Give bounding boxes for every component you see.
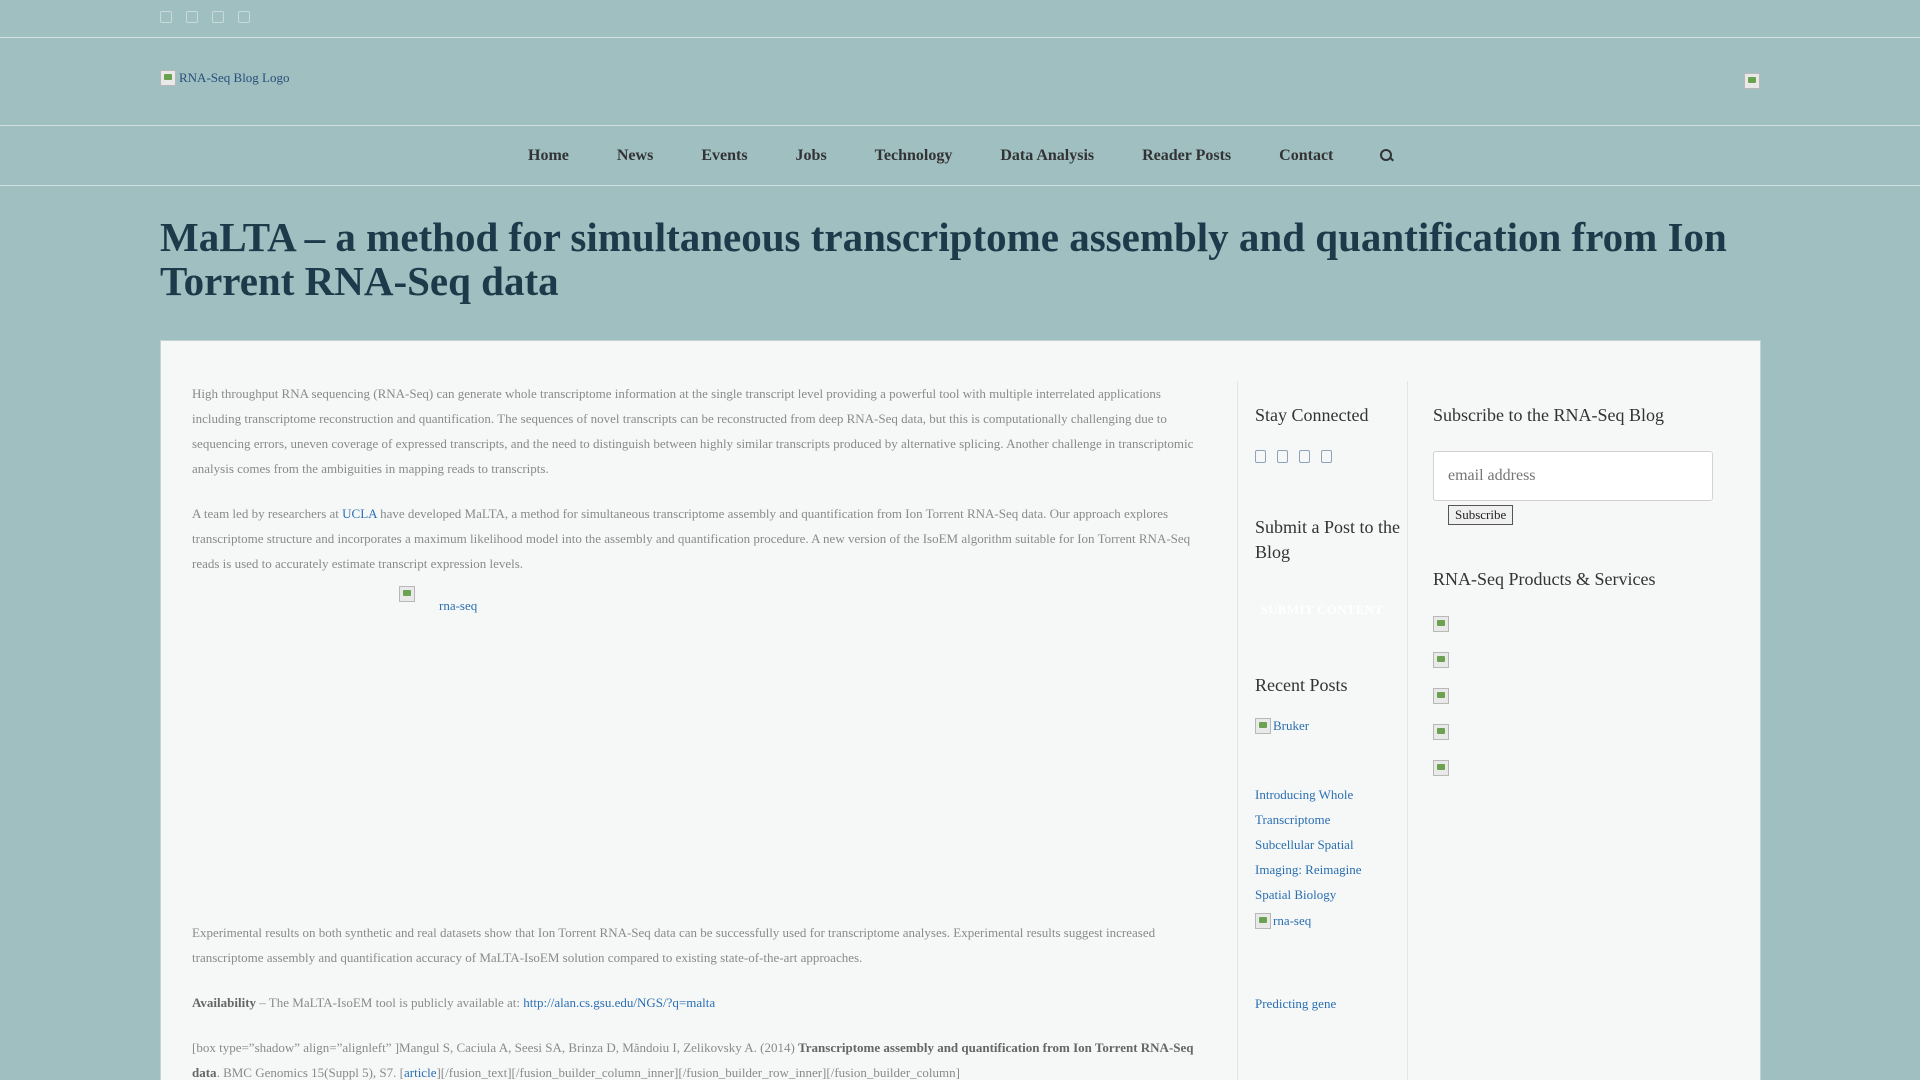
malta-url-link[interactable]: http://alan.cs.gsu.edu/NGS/?q=malta [523, 995, 715, 1010]
subscribe-button[interactable]: Subscribe [1448, 505, 1514, 525]
figure-alt-text: rna-seq [439, 598, 478, 613]
nav-item-technology[interactable]: Technology [875, 147, 953, 165]
nav-item-events[interactable]: Events [701, 147, 747, 165]
sidebar-right: Subscribe to the RNA-Seq Blog Subscribe … [1433, 381, 1733, 776]
broken-image-icon[interactable] [1433, 760, 1449, 776]
site-logo[interactable]: RNA-Seq Blog Logo [160, 70, 290, 86]
linkedin-icon[interactable] [212, 11, 224, 23]
article-paragraph: Experimental results on both synthetic a… [192, 925, 1156, 965]
article-paragraph: High throughput RNA sequencing (RNA-Seq)… [192, 386, 1194, 476]
sidebar-middle: Stay Connected Submit a Post to the Blog… [1255, 381, 1405, 1016]
broken-image-icon [1255, 718, 1271, 734]
nav-item-data-analysis[interactable]: Data Analysis [1000, 147, 1094, 165]
main-navigation: Home News Events Jobs Technology Data An… [0, 126, 1920, 186]
logo-alt-text: RNA-Seq Blog Logo [179, 70, 290, 85]
linkedin-icon[interactable] [1299, 450, 1310, 463]
citation-paragraph: [box type=”shadow” align=”alignleft” ]Ma… [192, 1035, 1212, 1080]
thumbnail-alt-text: Bruker [1273, 718, 1310, 733]
sidebar-divider [1407, 381, 1408, 1080]
stay-connected-heading: Stay Connected [1255, 405, 1369, 425]
text-span: . BMC Genomics 15(Suppl 5), S7. [ [216, 1065, 404, 1080]
sidebar-divider [1237, 381, 1238, 1080]
products-list [1433, 616, 1733, 776]
text-span: A team led by researchers at [192, 506, 343, 521]
recent-post-link[interactable]: Predicting gene [1255, 991, 1405, 1016]
text-span: [box type=”shadow” align=”alignleft” ]Ma… [192, 1040, 799, 1055]
page-title-bar: MaLTA – a method for simultaneous transc… [0, 186, 1920, 340]
email-field[interactable] [1433, 451, 1713, 501]
text-span: – The MaLTA-IsoEM tool is publicly avail… [256, 995, 524, 1010]
twitter-icon[interactable] [1277, 450, 1288, 463]
article-figure: rna-seq [192, 586, 1212, 920]
nav-item-contact[interactable]: Contact [1279, 147, 1333, 165]
submit-content-button[interactable]: SUBMIT CONTENT [1255, 587, 1389, 633]
nav-item-jobs[interactable]: Jobs [796, 147, 827, 165]
header-banner[interactable] [1744, 73, 1760, 94]
facebook-icon[interactable] [160, 11, 172, 23]
recent-posts-heading: Recent Posts [1255, 675, 1348, 695]
facebook-icon[interactable] [1255, 450, 1266, 463]
submit-post-heading: Submit a Post to the Blog [1255, 517, 1401, 562]
article-link[interactable]: article [404, 1065, 436, 1080]
nav-item-home[interactable]: Home [528, 147, 569, 165]
site-header: RNA-Seq Blog Logo [0, 38, 1920, 126]
broken-image-icon [1744, 73, 1760, 89]
availability-label: Availability [192, 995, 257, 1010]
sidebar-social-links [1255, 450, 1405, 463]
ucla-link[interactable]: UCLA [342, 506, 377, 521]
page-title: MaLTA – a method for simultaneous transc… [160, 214, 1727, 304]
top-bar [0, 0, 1920, 38]
broken-image-icon[interactable] [1433, 652, 1449, 668]
broken-image-icon[interactable] [1433, 688, 1449, 704]
content-container: High throughput RNA sequencing (RNA-Seq)… [160, 340, 1761, 1080]
nav-item-reader-posts[interactable]: Reader Posts [1142, 147, 1231, 165]
recent-post-link[interactable]: Introducing Whole Transcriptome Subcellu… [1255, 782, 1385, 907]
availability-paragraph: Availability – The MaLTA-IsoEM tool is p… [192, 990, 1212, 1015]
products-heading: RNA-Seq Products & Services [1433, 569, 1656, 589]
top-social-links [160, 11, 250, 23]
twitter-icon[interactable] [186, 11, 198, 23]
search-icon[interactable] [1380, 149, 1394, 163]
thumbnail-alt-text: rna-seq [1273, 913, 1312, 928]
recent-post-thumbnail[interactable]: Bruker [1255, 718, 1405, 734]
broken-image-icon[interactable] [1433, 724, 1449, 740]
rss-icon[interactable] [1321, 450, 1332, 463]
nav-item-news[interactable]: News [617, 147, 653, 165]
article-paragraph: A team led by researchers at UCLA have d… [192, 501, 1212, 576]
subscribe-heading: Subscribe to the RNA-Seq Blog [1433, 405, 1664, 425]
broken-image-icon [160, 70, 176, 86]
rss-icon[interactable] [238, 11, 250, 23]
recent-post-thumbnail[interactable]: rna-seq [1255, 913, 1405, 929]
broken-image-icon[interactable] [1433, 616, 1449, 632]
article-body: High throughput RNA sequencing (RNA-Seq)… [192, 381, 1212, 1080]
text-span: ][/fusion_text][/fusion_builder_column_i… [436, 1065, 960, 1080]
broken-image-icon [399, 586, 415, 602]
broken-image-icon [1255, 913, 1271, 929]
